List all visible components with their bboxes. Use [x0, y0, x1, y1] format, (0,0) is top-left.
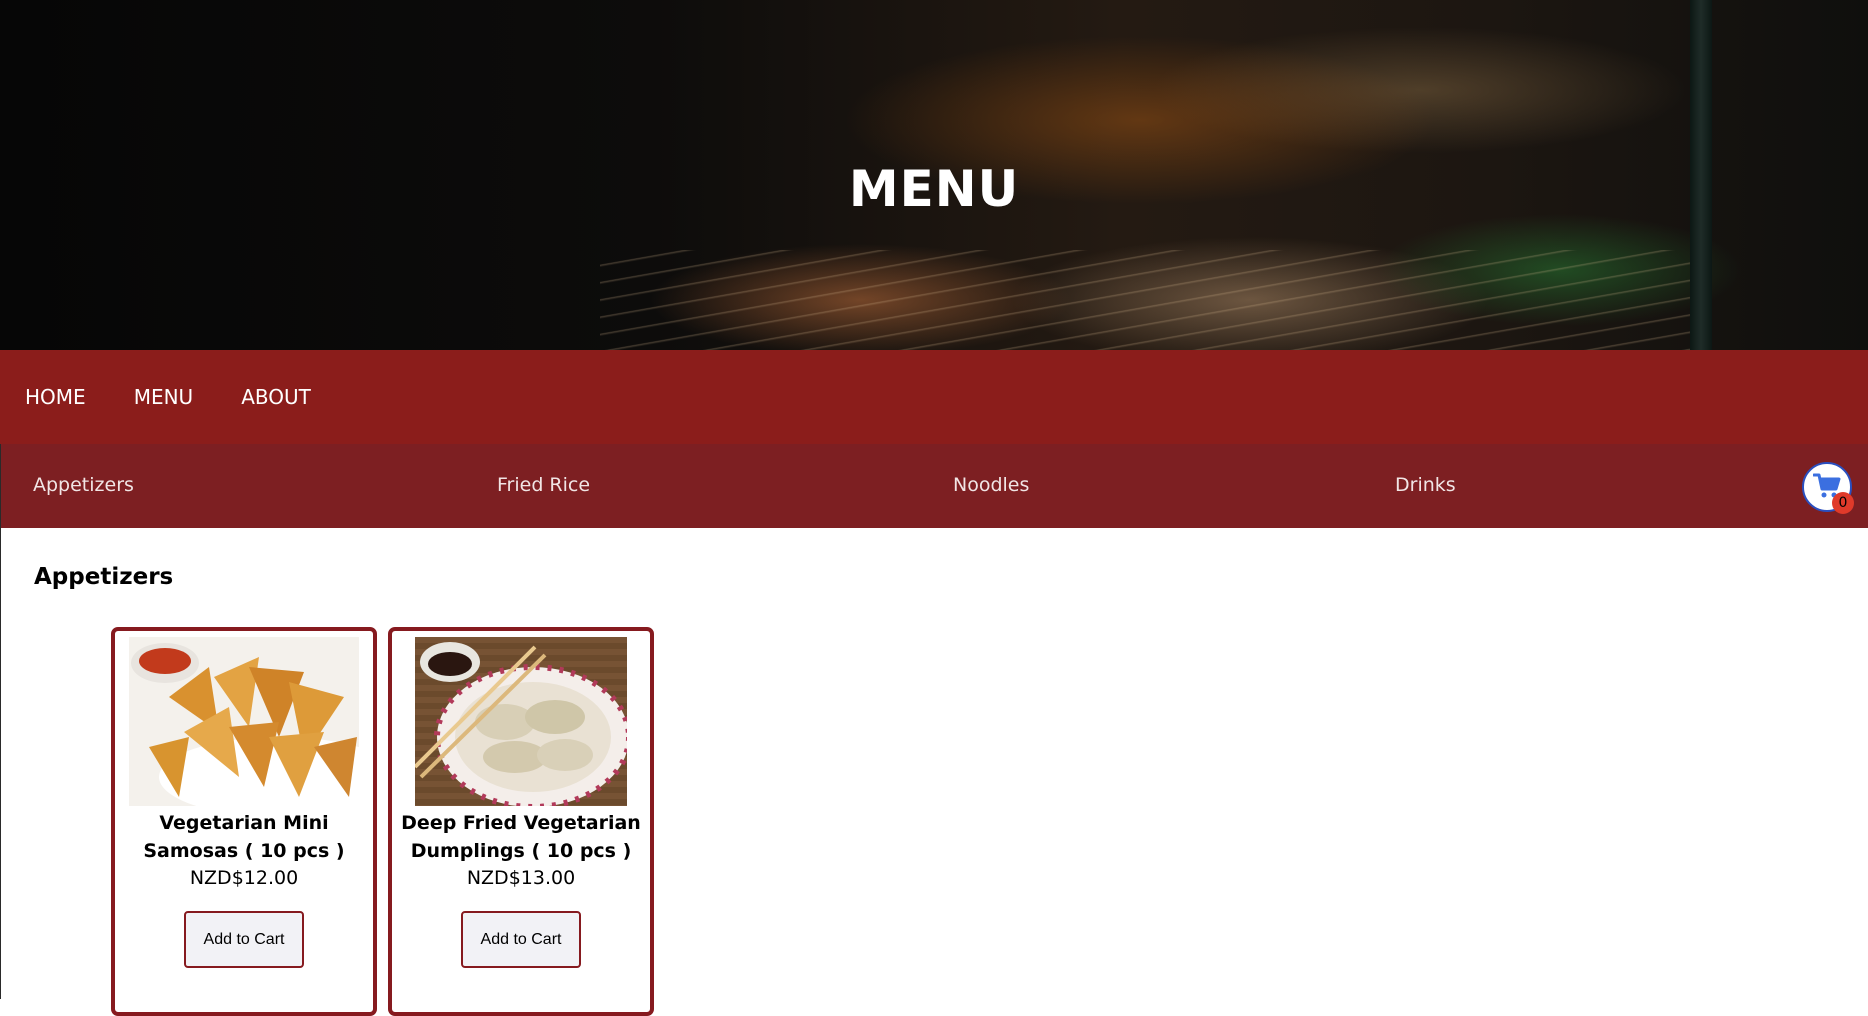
hero-banner: MENU: [0, 0, 1868, 350]
add-to-cart-button[interactable]: Add to Cart: [184, 911, 304, 968]
product-name: Deep Fried Vegetarian Dumplings ( 10 pcs…: [401, 812, 641, 862]
section-title: Appetizers: [34, 564, 174, 590]
dumplings-photo: [415, 637, 627, 806]
add-to-cart-button[interactable]: Add to Cart: [461, 911, 581, 968]
nav-link-menu[interactable]: MENU: [134, 385, 194, 409]
product-name: Vegetarian Mini Samosas ( 10 pcs ): [143, 812, 345, 862]
nav-link-home[interactable]: HOME: [25, 385, 86, 409]
main-nav: HOME MENU ABOUT: [0, 350, 1868, 444]
category-link-fried-rice[interactable]: Fried Rice: [497, 474, 590, 496]
category-nav: Appetizers Fried Rice Noodles Drinks: [0, 444, 1868, 528]
nav-link-about[interactable]: ABOUT: [241, 385, 311, 409]
page-title: MENU: [848, 159, 1020, 218]
product-card: Vegetarian Mini Samosas ( 10 pcs ) NZD$1…: [111, 627, 377, 1016]
cart-count-badge: 0: [1832, 492, 1854, 514]
product-card: Deep Fried Vegetarian Dumplings ( 10 pcs…: [388, 627, 654, 1016]
samosas-photo: [129, 637, 359, 806]
category-link-noodles[interactable]: Noodles: [953, 474, 1029, 496]
category-link-drinks[interactable]: Drinks: [1395, 474, 1456, 496]
menu-content: Appetizers Vegetarian Mini Samosas ( 10 …: [0, 528, 1868, 1016]
hero-background-skewers: [600, 250, 1700, 350]
category-link-appetizers[interactable]: Appetizers: [33, 474, 134, 496]
product-price: NZD$12.00: [189, 867, 299, 889]
product-price: NZD$13.00: [466, 867, 576, 889]
